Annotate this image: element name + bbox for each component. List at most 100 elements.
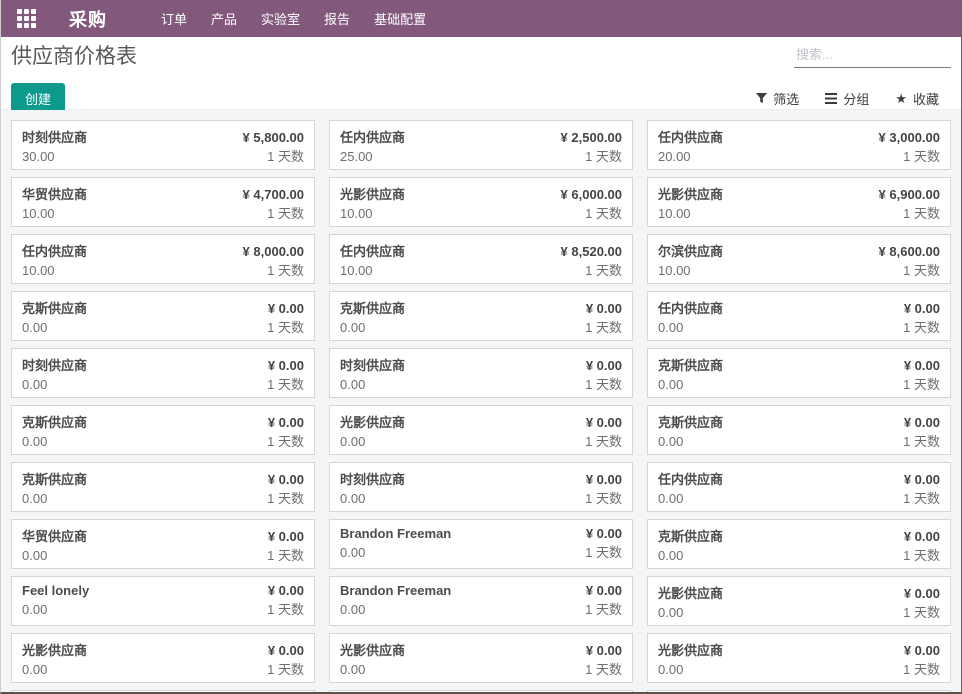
kanban-card[interactable]: 任内供应商 ¥ 3,000.00 20.00 1 天数	[647, 120, 951, 170]
vendor-price: ¥ 0.00	[586, 301, 622, 316]
min-quantity: 0.00	[340, 662, 365, 677]
vendor-name: 光影供应商	[658, 640, 723, 659]
min-quantity: 0.00	[340, 320, 365, 335]
kanban-card[interactable]: Brandon Freeman ¥ 0.00 0.00 1 天数	[329, 576, 633, 626]
delivery-delay: 1 天数	[585, 488, 622, 507]
nav-menu-item[interactable]: 报告	[312, 0, 362, 37]
min-quantity: 10.00	[340, 206, 373, 221]
kanban-card-partial[interactable]	[647, 690, 951, 692]
vendor-price: ¥ 6,900.00	[879, 187, 940, 202]
vendor-price: ¥ 0.00	[268, 583, 304, 598]
min-quantity: 0.00	[340, 491, 365, 506]
search-options: 筛选 分组 ★ 收藏	[756, 89, 939, 108]
vendor-name: 时刻供应商	[22, 127, 87, 146]
min-quantity: 0.00	[658, 491, 683, 506]
vendor-name: 任内供应商	[340, 241, 405, 260]
kanban-card-partial[interactable]	[11, 690, 315, 692]
delivery-delay: 1 天数	[267, 146, 304, 165]
vendor-name: Feel lonely	[22, 583, 89, 598]
vendor-price: ¥ 0.00	[268, 415, 304, 430]
kanban-card[interactable]: 华贸供应商 ¥ 4,700.00 10.00 1 天数	[11, 177, 315, 227]
kanban-card[interactable]: 光影供应商 ¥ 0.00 0.00 1 天数	[329, 405, 633, 455]
kanban-card[interactable]: 克斯供应商 ¥ 0.00 0.00 1 天数	[11, 291, 315, 341]
min-quantity: 0.00	[658, 320, 683, 335]
delivery-delay: 1 天数	[903, 488, 940, 507]
kanban-card[interactable]: Feel lonely ¥ 0.00 0.00 1 天数	[11, 576, 315, 626]
kanban-card[interactable]: 克斯供应商 ¥ 0.00 0.00 1 天数	[647, 519, 951, 569]
kanban-card[interactable]: Brandon Freeman ¥ 0.00 0.00 1 天数	[329, 519, 633, 569]
vendor-name: 光影供应商	[658, 583, 723, 602]
min-quantity: 0.00	[658, 434, 683, 449]
min-quantity: 10.00	[658, 206, 691, 221]
delivery-delay: 1 天数	[585, 599, 622, 618]
kanban-card[interactable]: 任内供应商 ¥ 2,500.00 25.00 1 天数	[329, 120, 633, 170]
delivery-delay: 1 天数	[585, 542, 622, 561]
vendor-name: 华贸供应商	[22, 184, 87, 203]
vendor-name: Brandon Freeman	[340, 526, 451, 541]
kanban-card[interactable]: 任内供应商 ¥ 8,520.00 10.00 1 天数	[329, 234, 633, 284]
nav-menu-item[interactable]: 产品	[199, 0, 249, 37]
groupby-button[interactable]: 分组	[825, 89, 869, 108]
filter-funnel-icon	[756, 93, 767, 104]
vendor-name: 克斯供应商	[658, 412, 723, 431]
kanban-card[interactable]: 时刻供应商 ¥ 5,800.00 30.00 1 天数	[11, 120, 315, 170]
kanban-card[interactable]: 尔滨供应商 ¥ 8,600.00 10.00 1 天数	[647, 234, 951, 284]
delivery-delay: 1 天数	[267, 203, 304, 222]
vendor-price: ¥ 0.00	[268, 301, 304, 316]
search-input[interactable]	[794, 44, 951, 68]
kanban-card[interactable]: 时刻供应商 ¥ 0.00 0.00 1 天数	[329, 348, 633, 398]
filters-button[interactable]: 筛选	[756, 89, 799, 108]
delivery-delay: 1 天数	[585, 260, 622, 279]
kanban-card[interactable]: 克斯供应商 ¥ 0.00 0.00 1 天数	[11, 462, 315, 512]
kanban-card[interactable]: 光影供应商 ¥ 6,900.00 10.00 1 天数	[647, 177, 951, 227]
min-quantity: 0.00	[658, 662, 683, 677]
kanban-card[interactable]: 克斯供应商 ¥ 0.00 0.00 1 天数	[11, 405, 315, 455]
kanban-view: 时刻供应商 ¥ 5,800.00 30.00 1 天数 任内供应商 ¥ 2,50…	[1, 110, 961, 692]
vendor-price: ¥ 4,700.00	[243, 187, 304, 202]
min-quantity: 10.00	[658, 263, 691, 278]
delivery-delay: 1 天数	[267, 317, 304, 336]
nav-menu-item[interactable]: 实验室	[249, 0, 312, 37]
favorites-button[interactable]: ★ 收藏	[895, 89, 939, 108]
kanban-card[interactable]: 克斯供应商 ¥ 0.00 0.00 1 天数	[647, 405, 951, 455]
kanban-card[interactable]: 光影供应商 ¥ 0.00 0.00 1 天数	[647, 576, 951, 626]
kanban-card[interactable]: 光影供应商 ¥ 6,000.00 10.00 1 天数	[329, 177, 633, 227]
kanban-card[interactable]: 任内供应商 ¥ 8,000.00 10.00 1 天数	[11, 234, 315, 284]
delivery-delay: 1 天数	[585, 659, 622, 678]
min-quantity: 0.00	[22, 548, 47, 563]
apps-menu-button[interactable]	[9, 0, 43, 37]
kanban-card[interactable]: 华贸供应商 ¥ 0.00 0.00 1 天数	[11, 519, 315, 569]
delivery-delay: 1 天数	[267, 374, 304, 393]
delivery-delay: 1 天数	[585, 203, 622, 222]
kanban-card[interactable]: 光影供应商 ¥ 0.00 0.00 1 天数	[329, 633, 633, 683]
control-panel: 供应商价格表 创建 筛选 分组	[1, 37, 961, 110]
kanban-card[interactable]: 时刻供应商 ¥ 0.00 0.00 1 天数	[329, 462, 633, 512]
vendor-price: ¥ 0.00	[904, 643, 940, 658]
delivery-delay: 1 天数	[585, 146, 622, 165]
kanban-card[interactable]: 光影供应商 ¥ 0.00 0.00 1 天数	[11, 633, 315, 683]
vendor-price: ¥ 0.00	[586, 526, 622, 541]
vendor-price: ¥ 8,520.00	[561, 244, 622, 259]
app-name[interactable]: 采购	[69, 6, 107, 32]
kanban-card[interactable]: 时刻供应商 ¥ 0.00 0.00 1 天数	[11, 348, 315, 398]
min-quantity: 0.00	[340, 545, 365, 560]
kanban-card[interactable]: 任内供应商 ¥ 0.00 0.00 1 天数	[647, 462, 951, 512]
nav-menu-item[interactable]: 订单	[149, 0, 199, 37]
kanban-card[interactable]: 光影供应商 ¥ 0.00 0.00 1 天数	[647, 633, 951, 683]
kanban-card[interactable]: 克斯供应商 ¥ 0.00 0.00 1 天数	[647, 348, 951, 398]
min-quantity: 0.00	[658, 377, 683, 392]
vendor-price: ¥ 0.00	[904, 472, 940, 487]
min-quantity: 0.00	[22, 434, 47, 449]
kanban-card-partial[interactable]	[329, 690, 633, 692]
top-navbar: 采购 订单 产品 实验室 报告 基础配置	[1, 0, 961, 37]
app-window: 采购 订单 产品 实验室 报告 基础配置 供应商价格表 创建	[0, 0, 962, 694]
vendor-price: ¥ 0.00	[586, 358, 622, 373]
vendor-name: 任内供应商	[22, 241, 87, 260]
kanban-card[interactable]: 任内供应商 ¥ 0.00 0.00 1 天数	[647, 291, 951, 341]
delivery-delay: 1 天数	[903, 374, 940, 393]
nav-menu-item[interactable]: 基础配置	[362, 0, 438, 37]
vendor-price: ¥ 0.00	[268, 643, 304, 658]
vendor-name: 克斯供应商	[658, 355, 723, 374]
vendor-name: 光影供应商	[340, 640, 405, 659]
kanban-card[interactable]: 克斯供应商 ¥ 0.00 0.00 1 天数	[329, 291, 633, 341]
